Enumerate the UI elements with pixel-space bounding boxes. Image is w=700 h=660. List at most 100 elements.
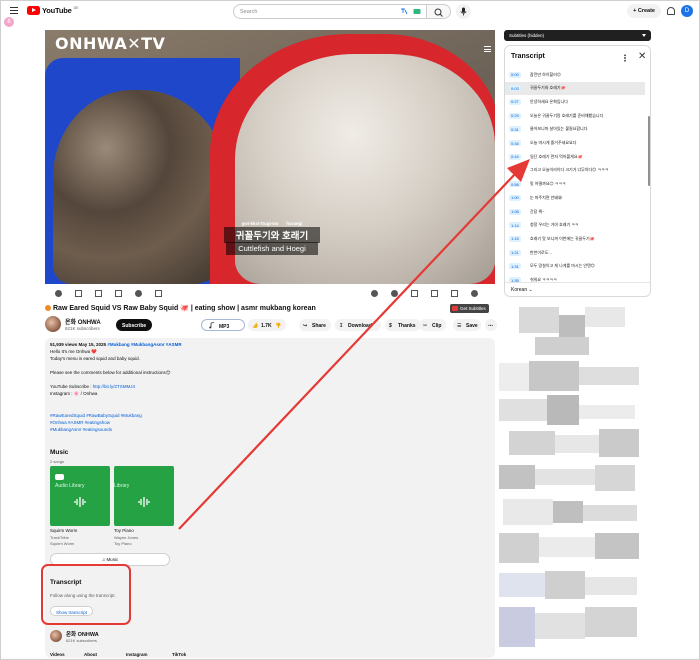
dislike-button[interactable]: 👎 [272, 319, 286, 331]
transcript-timestamp[interactable]: 1:14 [509, 222, 521, 229]
camera-icon[interactable] [55, 290, 62, 297]
transcript-timestamp[interactable]: 0:03 [509, 85, 521, 92]
dark-mode-icon[interactable] [371, 290, 378, 297]
transcript-row[interactable]: 1:31 모두 망설이고 게 나게를 마시는 안텐😊 [505, 260, 645, 273]
description-line-5: Instagram : 🌸 / Onhwa [50, 391, 98, 396]
transcript-timestamp[interactable]: 0:27 [509, 98, 521, 105]
transcript-text: 눈 마주치면 안돼😁 [530, 194, 563, 200]
channel-footer-avatar[interactable] [50, 630, 62, 642]
music-section-title: Music [50, 449, 69, 456]
transcript-row[interactable]: 1:15 호래기 맛 보니까 이번에는 귀꼴두기🐙 [505, 232, 645, 245]
language-selector[interactable]: Korean ⌄ [511, 287, 533, 293]
subtitles-dropdown[interactable]: Subtitles (hidden) [504, 30, 651, 41]
image-icon[interactable] [115, 290, 122, 297]
transcript-row[interactable]: 0:27 안녕하세요 온화입니다 [505, 95, 645, 108]
description-tags-2[interactable]: #Onhwa #ASMR #eatingshow [50, 420, 110, 425]
music-note-icon[interactable] [75, 290, 82, 297]
channel-footer-name[interactable]: 온화 ONHWA [66, 630, 99, 638]
transcript-timestamp[interactable]: 1:08 [509, 208, 521, 215]
transcript-row[interactable]: 1:21 반반이로도… [505, 246, 645, 259]
subscribe-link[interactable]: http://bit.ly/2TSMMJ4 [93, 384, 135, 389]
share-icon: ↪ [303, 322, 308, 329]
channel-name[interactable]: 온화 ONHWA [65, 317, 101, 326]
screenshot-icon[interactable] [155, 290, 162, 297]
music-card-1[interactable]: Audio Library [50, 466, 110, 526]
youtube-logo[interactable]: YouTube DE [27, 6, 78, 15]
transcript-row[interactable]: 1:00 눈 마주치면 안돼😁 [505, 191, 645, 204]
player-menu-icon[interactable] [484, 46, 491, 52]
transcript-row[interactable]: 0:00 잠깐만 하이할러😊 [505, 68, 645, 81]
transcript-row[interactable]: 0:31 물어보니까 살아있는 불필요합니다 [505, 123, 645, 136]
music-card-1-name[interactable]: Squirm Worm [50, 528, 77, 533]
clip-button[interactable]: ✂ Clip [419, 319, 446, 331]
mp3-label: MP3 [219, 323, 230, 330]
about-link[interactable]: About [84, 652, 97, 657]
transcript-timestamp[interactable]: 1:00 [509, 194, 521, 201]
transcript-row[interactable]: 0:34 오늘 마시게 즐거주세요요다 [505, 137, 645, 150]
transcript-row[interactable]: 0:44 일단 호래기 먼저 먹어볼게요🐙 [505, 150, 645, 163]
save-button[interactable]: ☰ Save [453, 319, 481, 331]
description-hashtags[interactable]: #Mukbang #MukbangAsmr #ASMR [107, 342, 181, 347]
translate-icon[interactable] [400, 8, 408, 15]
transcript-timestamp[interactable]: 0:58 [509, 181, 521, 188]
transcript-timestamp[interactable]: 0:44 [509, 153, 521, 160]
settings-icon[interactable] [471, 290, 478, 297]
transcript-timestamp[interactable]: 1:15 [509, 235, 521, 242]
transcript-scrollbar[interactable] [648, 116, 650, 186]
share-button[interactable]: ↪ Share [299, 319, 331, 331]
transcript-panel: Transcript ✕ 0:00 잠깐만 하이할러😊 0:03 귀꼴두기와 호래기🐙… [504, 45, 651, 297]
transcript-row[interactable]: 1:08 간장 찍~ [505, 205, 645, 218]
notifications-icon[interactable] [667, 7, 675, 15]
account-avatar[interactable]: D [681, 5, 693, 17]
expand-icon[interactable] [451, 290, 458, 297]
pip-icon[interactable] [431, 290, 438, 297]
description-tags-3[interactable]: #MukbangAsmr #eatingsounds [50, 427, 112, 432]
transcript-timestamp[interactable]: 0:29 [509, 112, 521, 119]
keyboard-icon[interactable] [413, 8, 421, 15]
blurred-block [535, 337, 589, 355]
dark-squid-image [53, 90, 229, 284]
theater-icon[interactable] [411, 290, 418, 297]
more-actions-button[interactable]: ⋯ [485, 319, 497, 331]
pin-icon[interactable] [391, 290, 398, 297]
transcript-timestamp[interactable]: 0:00 [509, 71, 521, 78]
transcript-timestamp[interactable]: 0:54 [509, 167, 521, 174]
search-input[interactable]: Search [233, 4, 427, 19]
video-player[interactable]: ONHWA✕TV gwi-kkol-ttugi-wa horaegi 귀꼴두기와 … [45, 30, 495, 284]
transcript-row[interactable]: 0:29 오늘은 귀꼴두기랑 호래기를 준비해봤습니다 [505, 109, 645, 122]
transcript-row[interactable]: 0:58 맛 어떨까요😊 ㅋㅋㅋ [505, 178, 645, 191]
download-button[interactable]: ↧ Download [335, 319, 381, 331]
transcript-row[interactable]: 0:03 귀꼴두기와 호래기🐙 [505, 81, 645, 95]
voice-search-button[interactable] [456, 4, 471, 19]
extension-badge[interactable]: 8 [4, 17, 14, 27]
create-button[interactable]: + Create [627, 4, 661, 18]
music-card-2[interactable]: Library [114, 466, 174, 526]
videos-link[interactable]: Videos [50, 652, 65, 657]
subscribe-button[interactable]: Subscribe [116, 319, 153, 331]
caption-roman-2: horaegi [286, 221, 303, 226]
description-tags-1[interactable]: #RawEaredSquid #RawBabySquid #Mukbang [50, 413, 142, 418]
get-subtitles-button[interactable]: Get Subtitles [450, 304, 489, 313]
close-icon[interactable]: ✕ [638, 52, 646, 62]
music-card-2-name[interactable]: Toy Piano [114, 528, 134, 533]
transcript-menu-icon[interactable] [624, 54, 626, 62]
transcript-timestamp[interactable]: 0:31 [509, 126, 521, 133]
transcript-row[interactable]: 0:54 그리고 오늘이라이다 크기가 너무아다😊 ㅋㅋㅋ [505, 164, 645, 177]
blurred-block [529, 361, 579, 391]
thanks-button[interactable]: $ Thanks [385, 319, 421, 331]
transcript-timestamp[interactable]: 1:21 [509, 249, 521, 256]
menu-icon[interactable] [10, 7, 18, 14]
video-caption: gwi-kkol-ttugi-wa horaegi 귀꼴두기와 호래기 Cuttl… [224, 221, 320, 263]
tiktok-link[interactable]: TikTok [172, 652, 186, 657]
search-button[interactable] [427, 4, 451, 19]
channel-avatar[interactable] [45, 316, 61, 332]
transcript-row[interactable]: 1:14 청정 우리는 거야 호래기 ㅋㅋ [505, 219, 645, 232]
subtitle-icon[interactable] [95, 290, 102, 297]
mp3-button[interactable]: MP3 [201, 319, 245, 331]
loop-icon[interactable] [135, 290, 142, 297]
channel-watermark: ONHWA✕TV [55, 34, 166, 53]
search-placeholder: Search [240, 9, 258, 15]
transcript-timestamp[interactable]: 1:31 [509, 263, 521, 270]
instagram-link[interactable]: Instagram [126, 652, 148, 657]
transcript-timestamp[interactable]: 0:34 [509, 140, 521, 146]
